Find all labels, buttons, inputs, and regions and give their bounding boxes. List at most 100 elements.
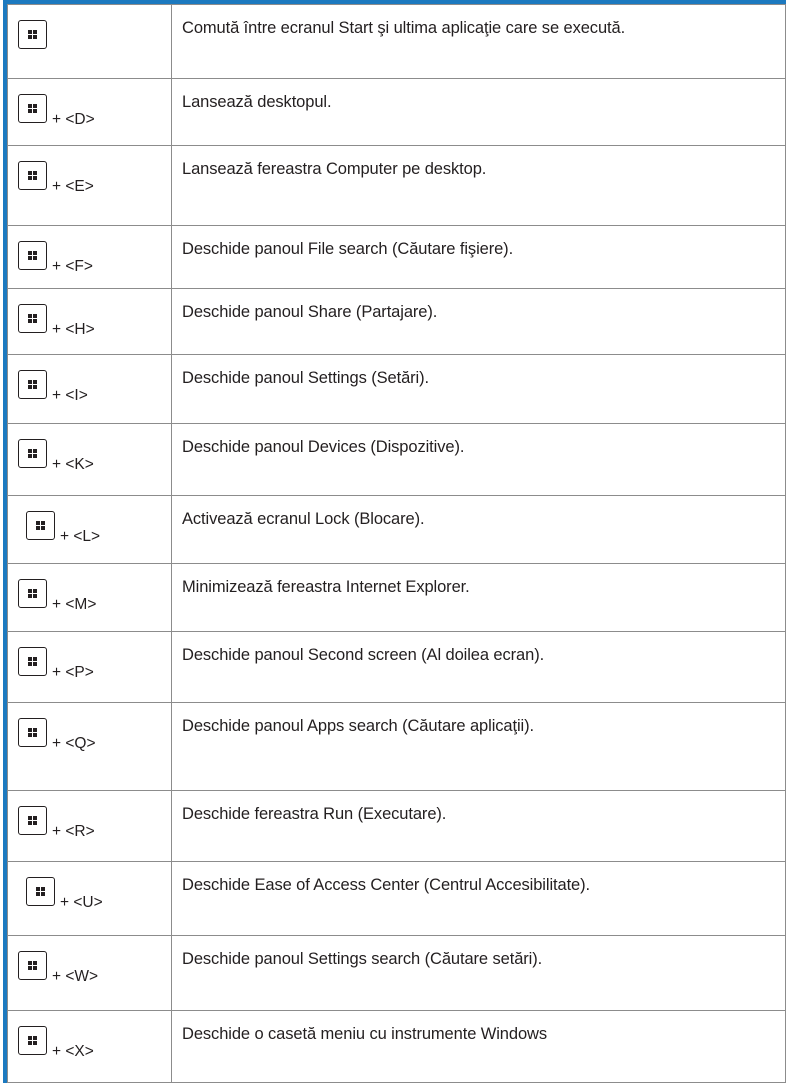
key-combo: + <M> — [18, 579, 171, 613]
windows-logo-icon — [28, 379, 37, 389]
table-row: + <R> Deschide fereastra Run (Executare)… — [7, 790, 786, 862]
windows-key — [18, 20, 47, 49]
table-row: + <L> Activează ecranul Lock (Blocare). — [7, 494, 786, 565]
shortcut-table: Comută între ecranul Start şi ultima apl… — [7, 4, 786, 1083]
windows-key — [18, 806, 47, 836]
key-cell: + <D> — [7, 77, 172, 147]
windows-key — [26, 876, 55, 906]
key-cell: + <M> — [7, 563, 172, 632]
key-label: + <R> — [52, 823, 95, 841]
table-row: + <D> Lansează desktopul. — [7, 77, 786, 147]
description-cell: Comută între ecranul Start şi ultima apl… — [171, 4, 786, 79]
windows-logo-icon — [28, 103, 37, 113]
key-label: + <I> — [52, 386, 88, 404]
key-label: + <U> — [60, 893, 103, 911]
table-row: + <P> Deschide panoul Second screen (Al … — [7, 630, 786, 704]
key-label: + <W> — [52, 967, 99, 985]
key-cell: + <L> — [7, 494, 172, 565]
key-label: + <E> — [52, 178, 94, 196]
windows-key — [18, 161, 47, 191]
table-row: + <Q> Deschide panoul Apps search (Căuta… — [7, 702, 786, 792]
key-label: + <D> — [52, 110, 95, 128]
windows-logo-icon — [28, 656, 37, 666]
description-cell: Minimizează fereastra Internet Explorer. — [171, 563, 786, 632]
description-cell: Deschide Ease of Access Center (Centrul … — [171, 860, 786, 936]
key-combo: + <I> — [18, 369, 171, 403]
windows-logo-icon — [28, 30, 37, 39]
description-cell: Deschide panoul Apps search (Căutare apl… — [171, 702, 786, 792]
table-row: + <W> Deschide panoul Settings search (C… — [7, 934, 786, 1012]
windows-logo-icon — [28, 728, 37, 738]
description-cell: Deschide panoul Settings search (Căutare… — [171, 934, 786, 1012]
windows-logo-icon — [28, 314, 37, 324]
key-combo: + <H> — [18, 304, 171, 338]
windows-logo-icon — [36, 886, 45, 896]
table-row: + <M> Minimizează fereastra Internet Exp… — [7, 563, 786, 632]
table-row: + <K> Deschide panoul Devices (Dispoziti… — [7, 423, 786, 496]
description-cell: Activează ecranul Lock (Blocare). — [171, 494, 786, 565]
description-cell: Deschide panoul Devices (Dispozitive). — [171, 423, 786, 496]
key-combo: + <R> — [18, 806, 171, 840]
windows-logo-icon — [28, 250, 37, 260]
key-label: + <L> — [60, 527, 101, 545]
key-combo: + <L> — [26, 510, 171, 544]
key-combo: + <D> — [18, 93, 171, 127]
table-row: + <I> Deschide panoul Settings (Setări). — [7, 353, 786, 425]
description-cell: Deschide o casetă meniu cu instrumente W… — [171, 1010, 786, 1083]
key-cell: + <H> — [7, 288, 172, 355]
key-cell: + <E> — [7, 145, 172, 226]
windows-logo-icon — [28, 589, 37, 599]
description-cell: Lansează fereastra Computer pe desktop. — [171, 145, 786, 226]
key-combo: + <P> — [18, 646, 171, 680]
key-cell: + <Q> — [7, 702, 172, 792]
key-label: + <M> — [52, 596, 97, 614]
key-combo — [18, 20, 171, 49]
table-row: + <X> Deschide o casetă meniu cu instrum… — [7, 1010, 786, 1083]
key-label: + <F> — [52, 257, 93, 275]
key-cell: + <F> — [7, 224, 172, 290]
windows-key — [18, 646, 47, 676]
description-cell: Deschide panoul Share (Partajare). — [171, 288, 786, 355]
windows-logo-icon — [28, 1036, 37, 1046]
key-combo: + <F> — [18, 240, 171, 274]
key-combo: + <K> — [18, 439, 171, 473]
key-label: + <P> — [52, 663, 94, 681]
key-cell: + <P> — [7, 630, 172, 704]
table-row: Comută între ecranul Start şi ultima apl… — [7, 4, 786, 79]
windows-key — [18, 439, 47, 469]
key-label: + <K> — [52, 456, 94, 474]
key-cell: + <U> — [7, 860, 172, 936]
windows-logo-icon — [28, 171, 37, 181]
windows-key — [18, 304, 47, 334]
description-cell: Deschide panoul Settings (Setări). — [171, 353, 786, 425]
windows-key — [18, 93, 47, 123]
key-cell: + <R> — [7, 790, 172, 862]
key-label: + <Q> — [52, 735, 96, 753]
table-row: + <U> Deschide Ease of Access Center (Ce… — [7, 860, 786, 936]
windows-logo-icon — [28, 960, 37, 970]
key-combo: + <U> — [26, 876, 171, 910]
key-label: + <X> — [52, 1043, 94, 1061]
windows-key — [18, 950, 47, 980]
key-cell: + <I> — [7, 353, 172, 425]
windows-key — [18, 579, 47, 609]
key-cell: + <K> — [7, 423, 172, 496]
windows-logo-icon — [28, 449, 37, 459]
table-row: + <F> Deschide panoul File search (Căuta… — [7, 224, 786, 290]
key-combo: + <E> — [18, 161, 171, 195]
key-cell — [7, 4, 172, 79]
windows-logo-icon — [28, 816, 37, 826]
windows-key — [18, 1026, 47, 1056]
windows-logo-icon — [36, 520, 45, 530]
windows-key — [18, 718, 47, 748]
key-cell: + <W> — [7, 934, 172, 1012]
description-cell: Deschide panoul Second screen (Al doilea… — [171, 630, 786, 704]
table-row: + <E> Lansează fereastra Computer pe des… — [7, 145, 786, 226]
key-combo: + <X> — [18, 1026, 171, 1060]
windows-key — [18, 369, 47, 399]
key-cell: + <X> — [7, 1010, 172, 1083]
windows-key — [18, 240, 47, 270]
description-cell: Deschide panoul File search (Căutare fiş… — [171, 224, 786, 290]
description-cell: Lansează desktopul. — [171, 77, 786, 147]
table-row: + <H> Deschide panoul Share (Partajare). — [7, 288, 786, 355]
